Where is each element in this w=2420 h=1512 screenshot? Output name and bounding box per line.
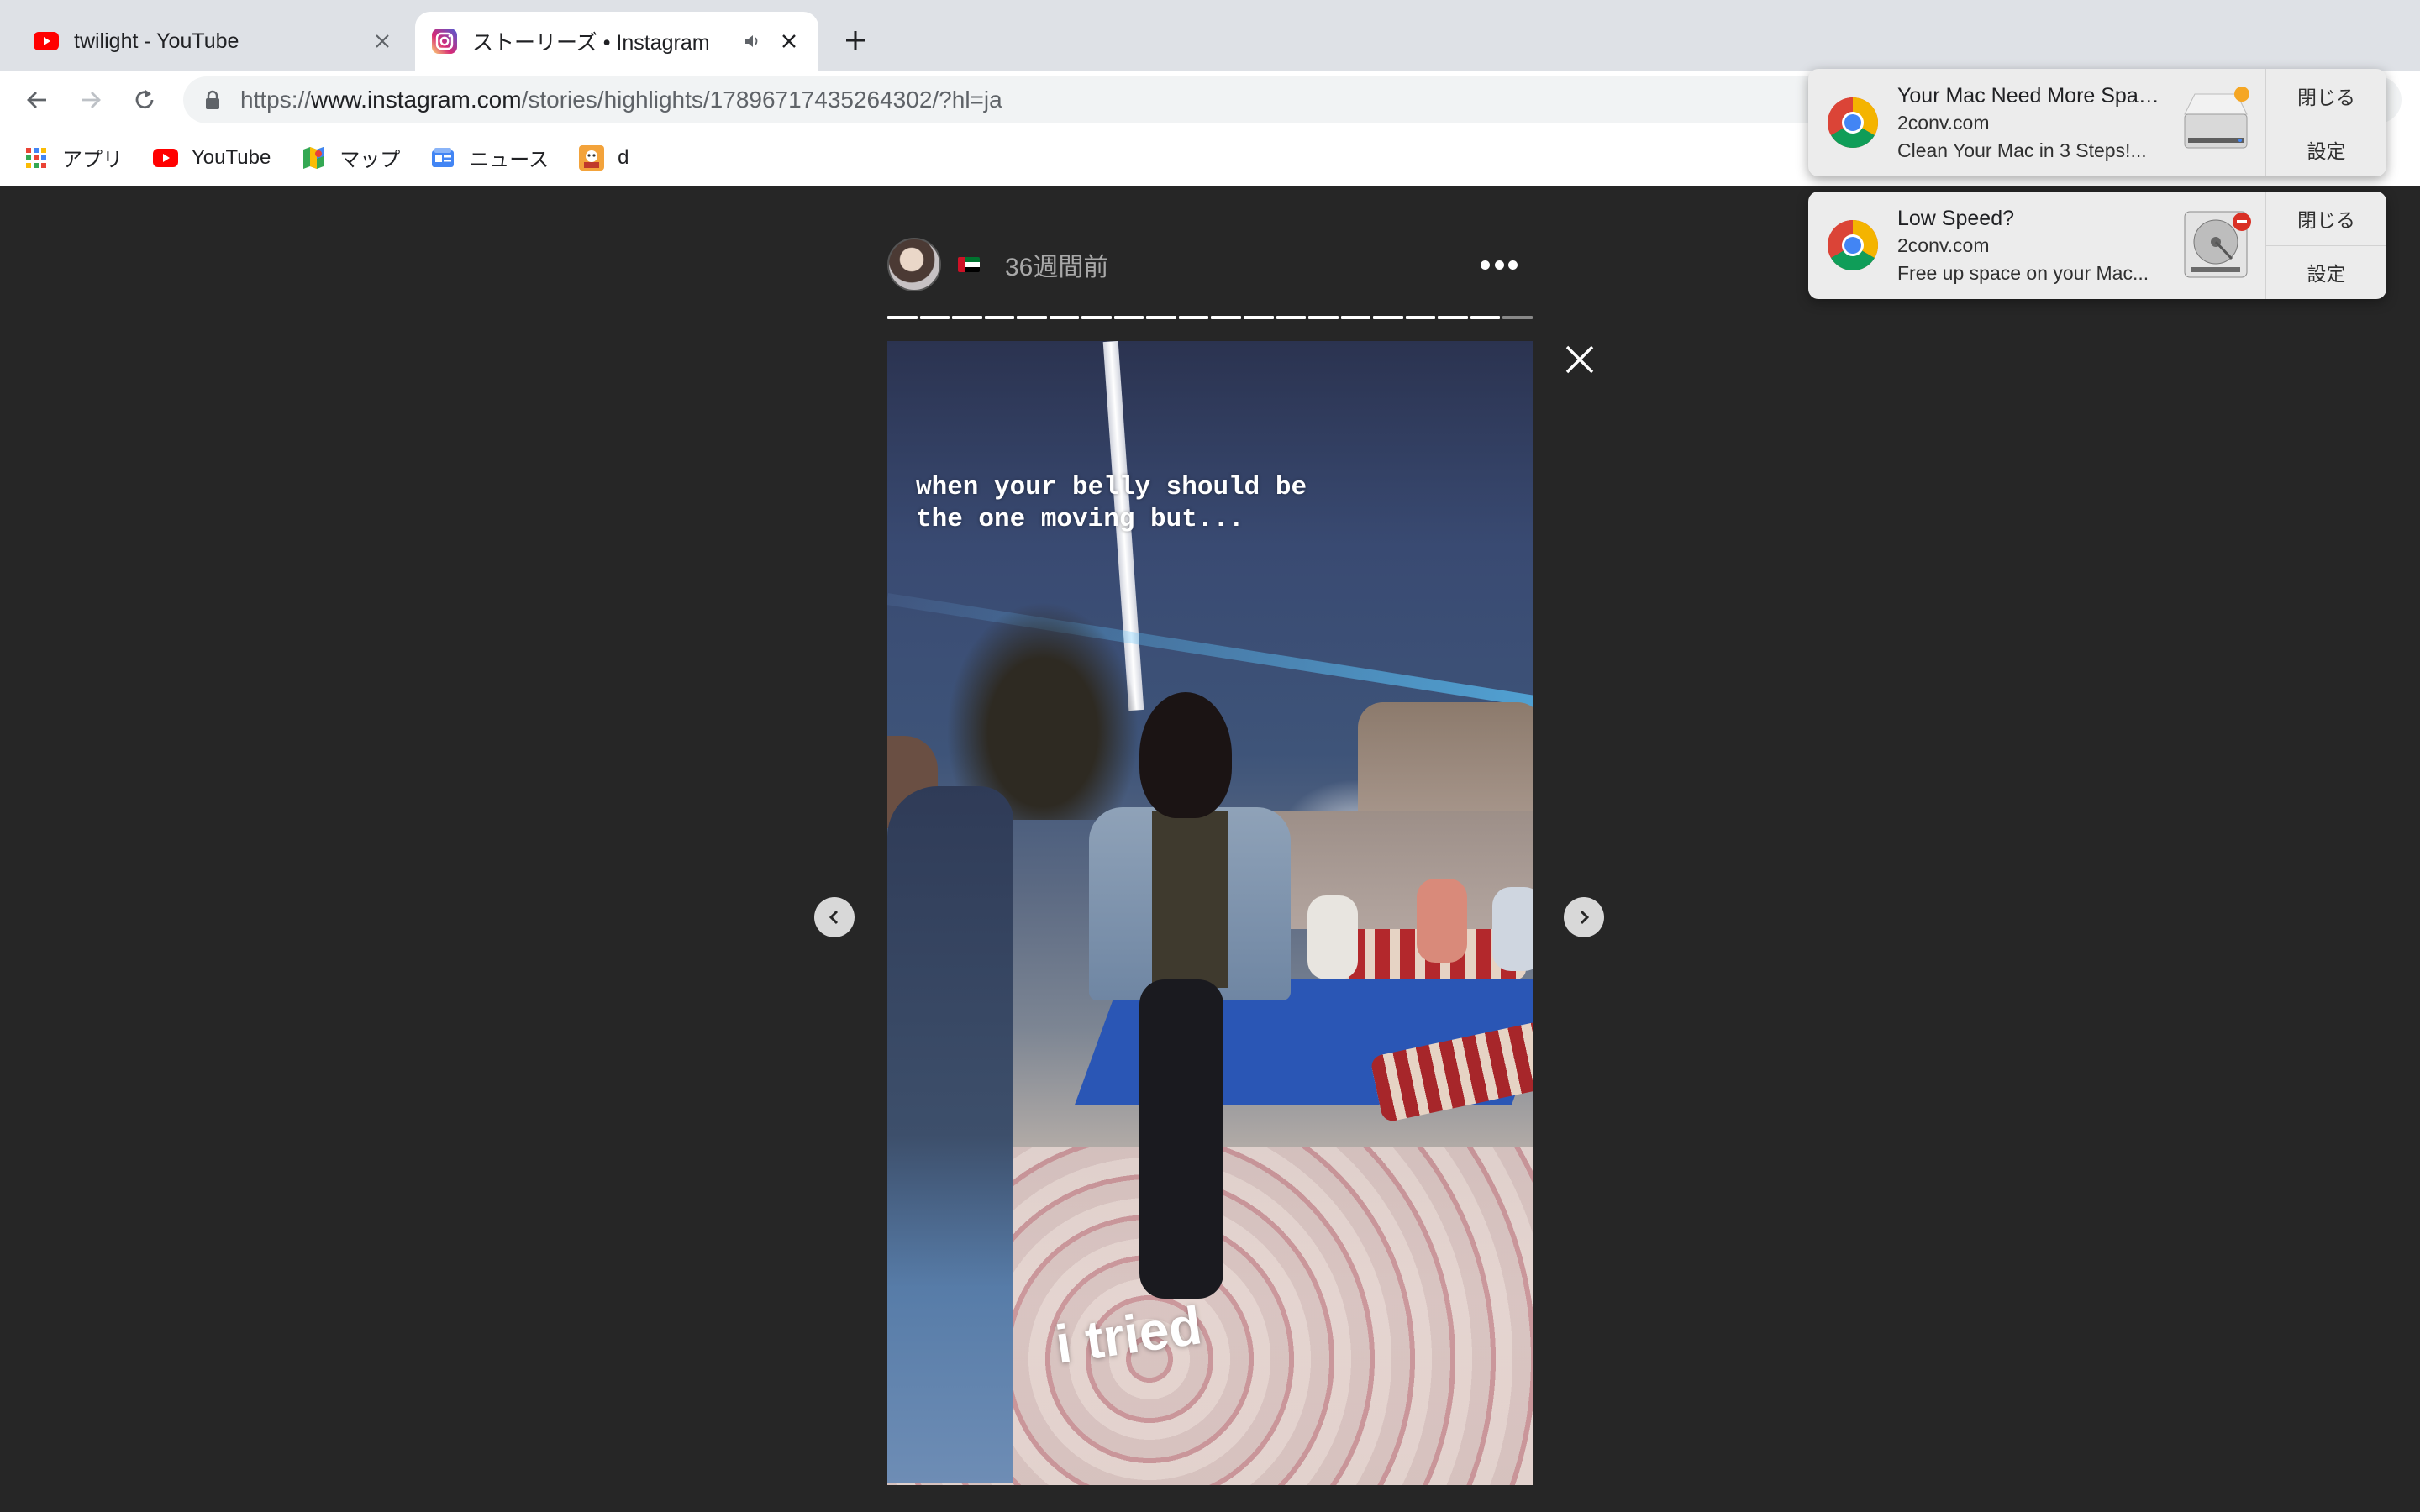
notification-site: 2conv.com <box>1897 112 1990 134</box>
chevron-right-icon <box>1580 910 1590 925</box>
progress-segment <box>1211 316 1242 319</box>
forward-arrow-icon <box>82 92 101 108</box>
forward-button[interactable] <box>74 83 108 117</box>
notification-low-speed[interactable]: Low Speed? 2conv.com Free up space on yo… <box>1808 192 2386 299</box>
plus-icon <box>846 31 865 50</box>
news-icon <box>430 145 455 171</box>
story-timestamp: 36週間前 <box>1005 254 1109 281</box>
uae-flag-icon <box>958 257 980 272</box>
apps-grid-icon <box>24 145 49 171</box>
speaker-icon[interactable] <box>741 29 765 53</box>
chrome-icon <box>1827 220 1879 271</box>
reload-button[interactable] <box>128 83 161 117</box>
back-arrow-icon <box>27 92 46 108</box>
reload-icon <box>135 90 154 109</box>
more-options-icon[interactable] <box>1481 252 1518 277</box>
progress-segment <box>1340 316 1371 319</box>
bookmark-label: マップ <box>339 149 401 171</box>
progress-segment <box>984 316 1015 319</box>
bookmark-favicon <box>579 144 605 171</box>
progress-segment <box>1276 316 1307 319</box>
lock-icon <box>202 89 224 111</box>
seated-person <box>1492 887 1533 971</box>
bookmark-label: アプリ <box>62 149 123 171</box>
progress-segment <box>919 316 950 319</box>
seated-person <box>1417 879 1467 963</box>
tab-youtube[interactable]: twilight - YouTube <box>17 12 412 71</box>
notification-body: Your Mac Need More Space... 2conv.com Cl… <box>1897 69 2170 176</box>
new-tab-button[interactable] <box>839 24 872 57</box>
progress-segment <box>1373 316 1403 319</box>
progress-segment <box>1405 316 1436 319</box>
progress-segment <box>1438 316 1468 319</box>
bookmark-label: YouTube <box>192 145 271 169</box>
next-story-button[interactable] <box>1564 897 1604 937</box>
tab-instagram[interactable]: ストーリーズ • Instagram <box>415 12 818 71</box>
tab-strip: twilight - YouTube ストーリーズ • Instagram <box>0 0 2420 71</box>
notification-actions: 閉じる 設定 <box>2265 192 2386 299</box>
url-text: https://www.instagram.com/stories/highli… <box>240 87 1002 113</box>
chevron-left-icon <box>829 910 839 925</box>
previous-story-button[interactable] <box>814 897 855 937</box>
hard-drive-icon <box>2180 86 2252 158</box>
youtube-icon <box>34 29 59 54</box>
instagram-icon <box>432 29 457 54</box>
story-header: 36週間前 <box>887 237 1533 292</box>
notification-settings-button[interactable]: 設定 <box>2266 122 2386 177</box>
notification-mac-space[interactable]: Your Mac Need More Space... 2conv.com Cl… <box>1808 69 2386 176</box>
notification-close-button[interactable]: 閉じる <box>2266 69 2386 123</box>
hut <box>1358 702 1533 811</box>
story-viewer: 36週間前 when your belly should be the one … <box>0 186 2420 1512</box>
youtube-icon <box>153 145 178 171</box>
progress-segment <box>1470 316 1501 319</box>
notification-settings-button[interactable]: 設定 <box>2266 244 2386 300</box>
dancer-legs <box>1139 979 1223 1299</box>
dancer-shirt <box>1152 811 1228 988</box>
bookmark-label: ニュース <box>469 149 550 171</box>
progress-segment <box>887 316 918 319</box>
seated-person <box>1307 895 1358 979</box>
bookmark-youtube[interactable]: YouTube <box>153 145 271 171</box>
notification-actions: 閉じる 設定 <box>2265 69 2386 176</box>
tab-title: ストーリーズ • Instagram <box>472 31 710 55</box>
close-story-button[interactable] <box>1561 341 1598 378</box>
bookmark-maps[interactable]: マップ <box>301 143 400 172</box>
man-foreground <box>887 786 1013 1483</box>
progress-segment <box>1113 316 1144 319</box>
notification-message: Clean Your Mac in 3 Steps!... <box>1897 139 2147 161</box>
back-button[interactable] <box>20 83 54 117</box>
progress-segment <box>952 316 982 319</box>
notification-title: Your Mac Need More Space... <box>1897 84 2170 108</box>
notification-site: 2conv.com <box>1897 234 1990 256</box>
progress-segment <box>1017 316 1047 319</box>
bookmark-label: d <box>618 145 629 169</box>
progress-segment <box>1049 316 1080 319</box>
notification-message: Free up space on your Mac... <box>1897 262 2149 284</box>
story-media[interactable]: when your belly should be the one moving… <box>887 341 1533 1485</box>
notification-body: Low Speed? 2conv.com Free up space on yo… <box>1897 192 2170 299</box>
story-caption-top: when your belly should be the one moving… <box>916 473 1307 534</box>
dancer-hair <box>1139 692 1232 818</box>
progress-segment <box>1244 316 1274 319</box>
tab-title: twilight - YouTube <box>74 29 239 53</box>
bookmark-news[interactable]: ニュース <box>430 143 549 172</box>
avatar[interactable] <box>887 238 941 291</box>
progress-segment <box>1502 316 1533 319</box>
notification-close-button[interactable]: 閉じる <box>2266 192 2386 245</box>
close-icon <box>1565 345 1594 374</box>
progress-segment <box>1308 316 1339 319</box>
chrome-icon <box>1827 97 1879 149</box>
story-progress-bar <box>887 316 1533 319</box>
progress-segment <box>1081 316 1112 319</box>
disk-icon <box>2180 208 2252 281</box>
close-tab-icon[interactable] <box>776 29 802 54</box>
progress-segment <box>1178 316 1209 319</box>
bookmark-d[interactable]: d <box>579 144 629 171</box>
progress-segment <box>1146 316 1176 319</box>
notification-title: Low Speed? <box>1897 207 2015 230</box>
bookmark-apps[interactable]: アプリ <box>24 143 123 172</box>
maps-icon <box>301 145 326 171</box>
close-tab-icon[interactable] <box>370 29 395 54</box>
